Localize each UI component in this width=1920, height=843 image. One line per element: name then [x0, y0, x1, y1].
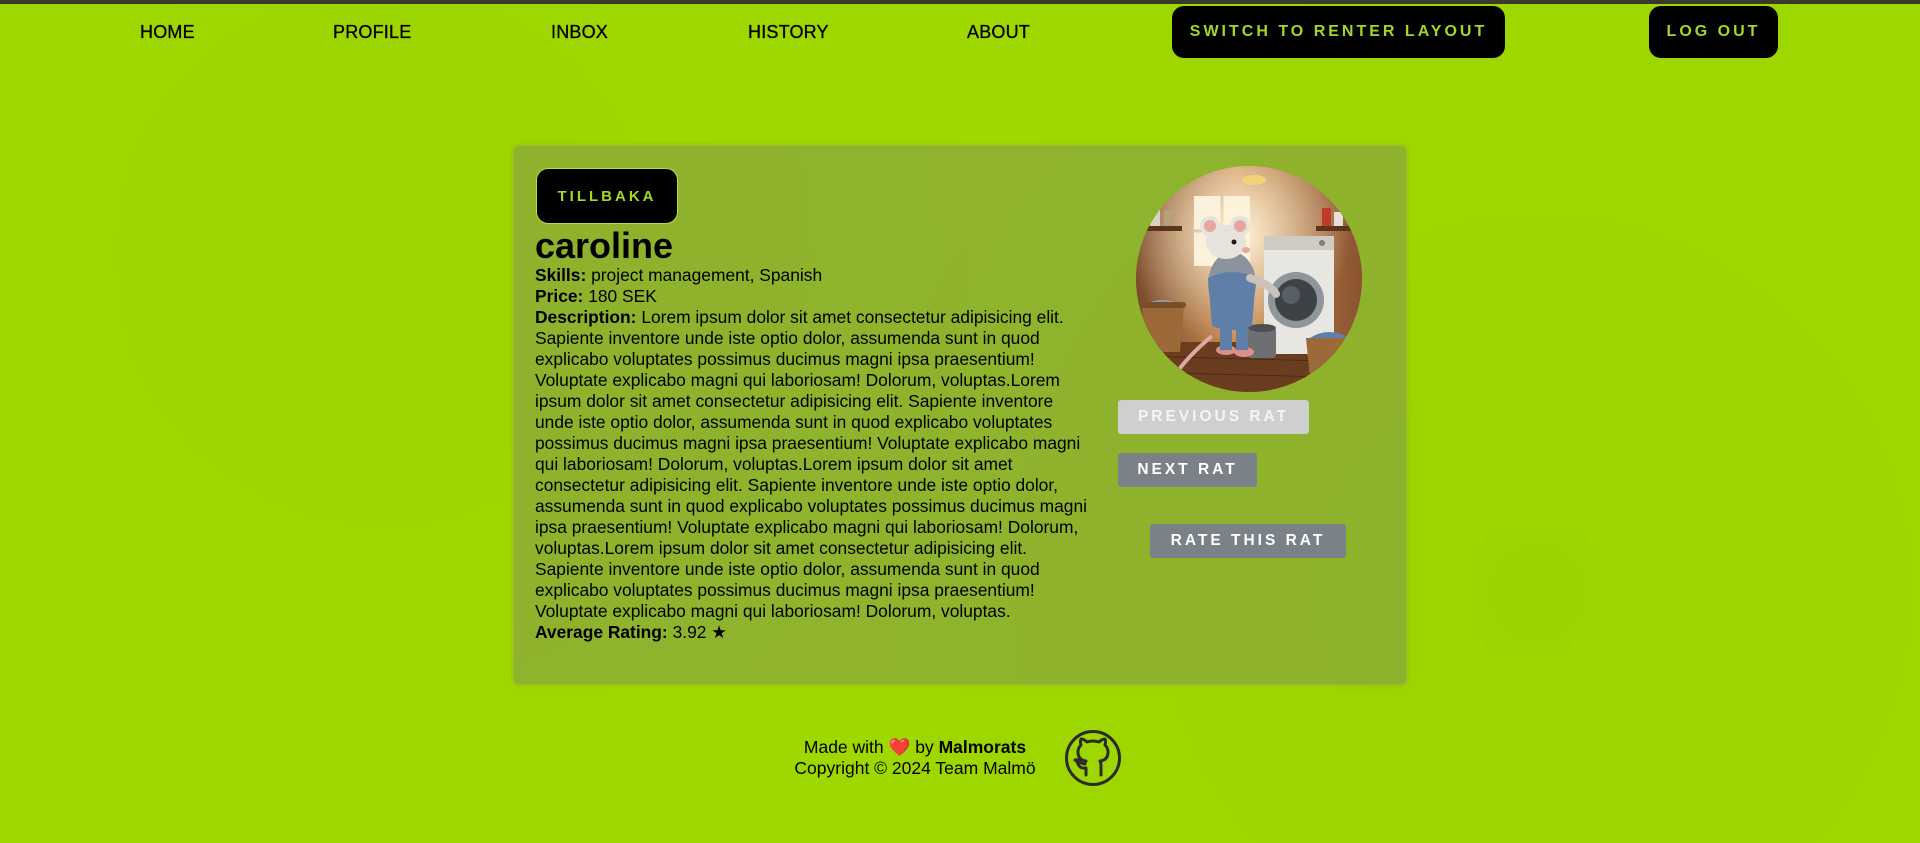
- rating-label: Average Rating:: [535, 622, 668, 642]
- rat-photo: [1136, 166, 1362, 392]
- skills-row: Skills: project management, Spanish: [535, 265, 1095, 286]
- description-value: Lorem ipsum dolor sit amet consectetur a…: [535, 307, 1087, 621]
- next-rat-button[interactable]: NEXT RAT: [1118, 453, 1257, 487]
- rating-value: 3.92 ★: [672, 622, 727, 642]
- made-with-line: Made with ❤️ by Malmorats: [780, 737, 1050, 758]
- logout-label: LOG OUT: [1666, 23, 1761, 40]
- skills-value: project management, Spanish: [591, 265, 823, 285]
- back-button-label: TILLBAKA: [557, 187, 657, 205]
- rat-name: caroline: [535, 225, 674, 266]
- back-button[interactable]: TILLBAKA: [536, 168, 678, 224]
- copyright-text: Copyright © 2024 Team Malmö: [794, 758, 1036, 778]
- nav-home-link[interactable]: HOME: [140, 22, 195, 43]
- nav-inbox-link[interactable]: INBOX: [551, 22, 608, 43]
- previous-rat-button[interactable]: PREVIOUS RAT: [1118, 400, 1309, 434]
- switch-layout-label: SWITCH TO RENTER LAYOUT: [1189, 23, 1488, 40]
- rat-profile-card: TILLBAKA caroline Skills: project manage…: [513, 145, 1407, 685]
- price-row: Price: 180 SEK: [535, 286, 1095, 307]
- footer: Made with ❤️ by Malmorats Copyright © 20…: [780, 737, 1050, 779]
- nav-about-link[interactable]: ABOUT: [967, 22, 1030, 43]
- description-row: Description: Lorem ipsum dolor sit amet …: [535, 307, 1095, 622]
- logout-button[interactable]: LOG OUT: [1649, 6, 1778, 58]
- previous-rat-label: PREVIOUS RAT: [1137, 408, 1290, 425]
- switch-layout-button[interactable]: SWITCH TO RENTER LAYOUT: [1172, 6, 1505, 58]
- rate-rat-button[interactable]: RATE THIS RAT: [1150, 524, 1346, 558]
- rat-info: Skills: project management, Spanish Pric…: [535, 265, 1095, 643]
- nav-history-link[interactable]: HISTORY: [748, 22, 829, 43]
- made-with-text: Made with: [803, 737, 884, 757]
- rat-laundry-illustration: [1136, 166, 1362, 392]
- github-icon[interactable]: [1064, 729, 1122, 787]
- skills-label: Skills:: [535, 265, 587, 285]
- rate-rat-label: RATE THIS RAT: [1170, 532, 1326, 549]
- top-navigation: HOME PROFILE INBOX HISTORY ABOUT SWITCH …: [0, 4, 1920, 64]
- description-label: Description:: [535, 307, 637, 327]
- price-value: 180 SEK: [588, 286, 657, 306]
- by-text: by: [915, 737, 934, 757]
- heart-icon: ❤️: [888, 737, 911, 757]
- team-name: Malmorats: [938, 737, 1027, 757]
- price-label: Price:: [535, 286, 584, 306]
- rating-row: Average Rating: 3.92 ★: [535, 622, 1095, 643]
- nav-profile-link[interactable]: PROFILE: [333, 22, 412, 43]
- next-rat-label: NEXT RAT: [1137, 461, 1238, 478]
